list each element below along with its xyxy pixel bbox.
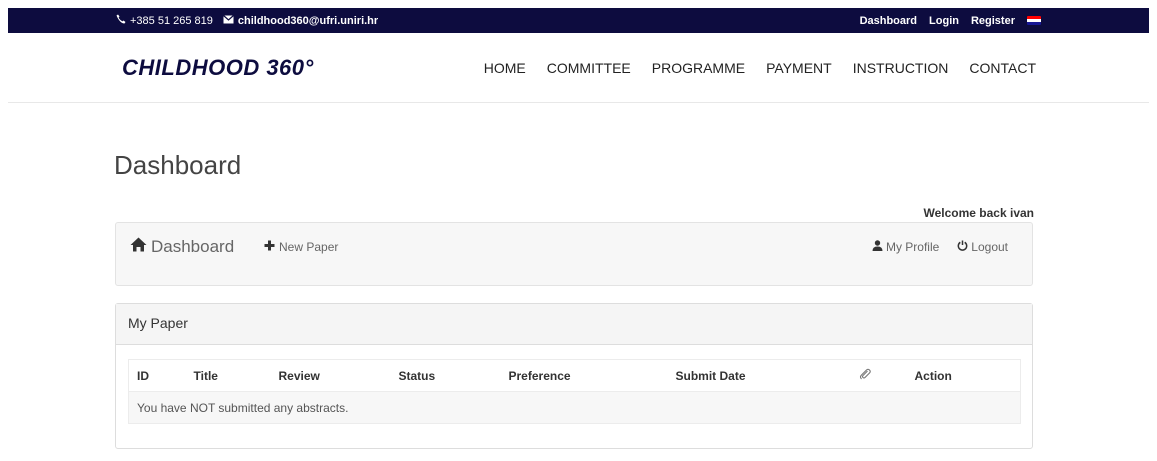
column-submit-date: Submit Date xyxy=(667,359,851,392)
column-preference: Preference xyxy=(500,359,668,392)
user-icon xyxy=(872,240,883,254)
logout-link[interactable]: Logout xyxy=(957,240,1008,254)
email-contact[interactable]: childhood360@ufri.uniri.hr xyxy=(222,14,378,27)
welcome-message: Welcome back ivan xyxy=(923,206,1035,220)
main-nav: HOME COMMITTEE PROGRAMME PAYMENT INSTRUC… xyxy=(484,60,1036,76)
top-bar: +385 51 265 819 childhood360@ufri.uniri.… xyxy=(8,8,1149,33)
croatian-flag-icon[interactable] xyxy=(1027,16,1041,25)
table-row: You have NOT submitted any abstracts. xyxy=(128,391,1021,424)
phone-icon xyxy=(116,14,126,27)
my-profile-label: My Profile xyxy=(885,240,940,254)
column-status: Status xyxy=(390,359,501,392)
nav-instruction[interactable]: INSTRUCTION xyxy=(853,60,949,76)
contact-info: +385 51 265 819 childhood360@ufri.uniri.… xyxy=(116,8,378,33)
nav-home[interactable]: HOME xyxy=(484,60,526,76)
my-paper-panel: My Paper ID Title Review Status Preferen… xyxy=(115,303,1033,449)
my-profile-link[interactable]: My Profile xyxy=(872,240,939,254)
top-link-dashboard[interactable]: Dashboard xyxy=(860,15,917,27)
column-attachment xyxy=(850,359,907,392)
top-link-login[interactable]: Login xyxy=(929,15,959,27)
top-links: Dashboard Login Register xyxy=(860,8,1041,33)
empty-message: You have NOT submitted any abstracts. xyxy=(128,391,1021,424)
column-review: Review xyxy=(270,359,391,392)
page-title: Dashboard xyxy=(114,150,242,180)
new-paper-label: New Paper xyxy=(279,240,339,254)
column-id: ID xyxy=(128,359,186,392)
power-icon xyxy=(957,240,968,254)
table-header-row: ID Title Review Status Preference Submit… xyxy=(128,359,1021,392)
email-link[interactable]: childhood360@ufri.uniri.hr xyxy=(238,15,378,27)
site-header: CHILDHOOD 360° HOME COMMITTEE PROGRAMME … xyxy=(8,33,1149,103)
toolbar-dashboard-label: Dashboard xyxy=(151,237,235,256)
home-icon xyxy=(130,237,147,257)
panel-heading: My Paper xyxy=(116,304,1032,345)
phone-contact: +385 51 265 819 xyxy=(116,14,213,27)
papers-table-wrap: ID Title Review Status Preference Submit… xyxy=(128,359,1021,424)
nav-committee[interactable]: COMMITTEE xyxy=(547,60,631,76)
plus-icon xyxy=(264,240,275,254)
paperclip-icon xyxy=(859,368,871,383)
envelope-icon xyxy=(222,14,234,27)
new-paper-button[interactable]: New Paper xyxy=(264,240,338,254)
dashboard-toolbar: Dashboard New Paper My Profile Logout xyxy=(115,222,1033,286)
site-logo[interactable]: CHILDHOOD 360° xyxy=(122,55,314,81)
column-action: Action xyxy=(906,359,1021,392)
account-links: My Profile Logout xyxy=(872,240,1008,254)
logout-label: Logout xyxy=(971,240,1008,254)
top-link-register[interactable]: Register xyxy=(971,15,1015,27)
column-title: Title xyxy=(185,359,271,392)
phone-number: +385 51 265 819 xyxy=(130,14,213,27)
toolbar-dashboard-link[interactable]: Dashboard xyxy=(130,237,234,257)
nav-programme[interactable]: PROGRAMME xyxy=(652,60,745,76)
nav-contact[interactable]: CONTACT xyxy=(969,60,1036,76)
nav-payment[interactable]: PAYMENT xyxy=(766,60,832,76)
papers-table: ID Title Review Status Preference Submit… xyxy=(128,359,1021,424)
